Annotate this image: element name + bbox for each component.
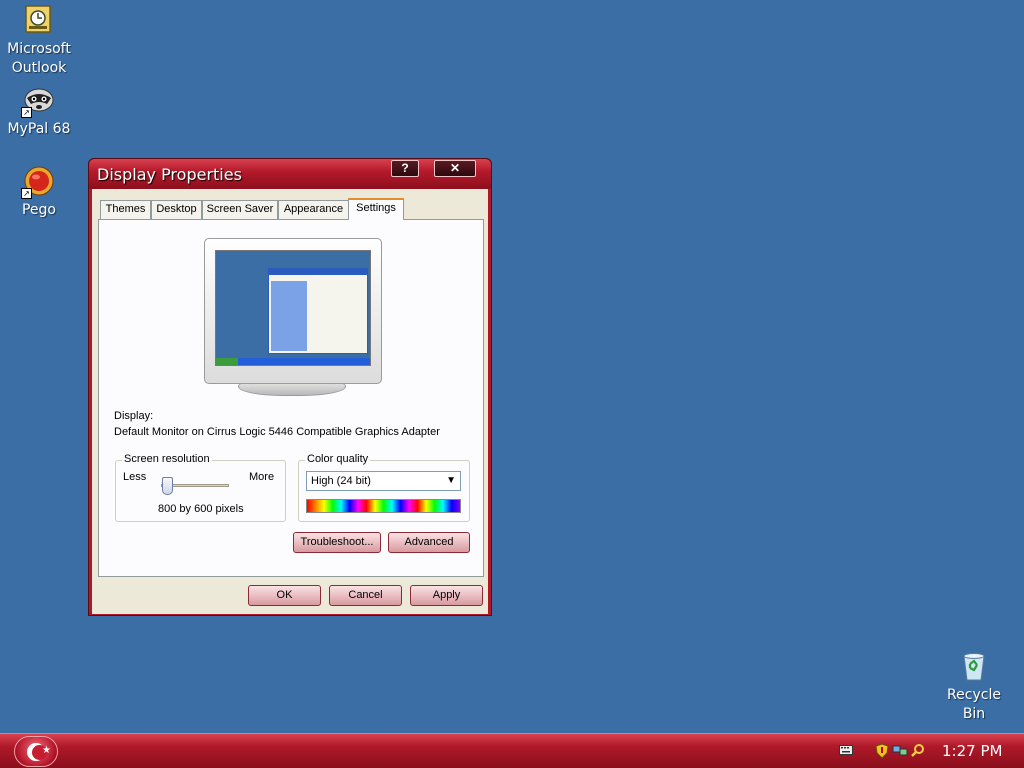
screen-resolution-legend: Screen resolution [122,453,212,465]
settings-panel: Display: Default Monitor on Cirrus Logic… [98,219,484,577]
taskbar: ★ 1:27 PM [0,733,1024,768]
slider-less-label: Less [123,471,147,483]
color-quality-legend: Color quality [305,453,371,465]
network-icon[interactable] [892,743,908,759]
desktop-icon-pego[interactable]: ↗ Pego [0,165,78,220]
slider-more-label: More [249,471,275,483]
tab-screen-saver[interactable]: Screen Saver [202,200,278,219]
display-properties-window: Display Properties ? ✕ Themes Desktop Sc… [88,158,492,616]
resolution-slider-thumb[interactable] [162,477,173,495]
desktop-icon-recycle-bin[interactable]: Recycle Bin [935,650,1013,724]
apply-button[interactable]: Apply [410,585,483,606]
troubleshoot-button[interactable]: Troubleshoot... [293,532,381,553]
pego-icon: ↗ [21,165,55,199]
title-bar[interactable]: Display Properties ? ✕ [89,159,491,189]
mypal-icon: ↗ [21,84,55,118]
desktop-icon-label: Bin [962,706,986,722]
shortcut-arrow-icon: ↗ [21,107,32,118]
ok-button[interactable]: OK [248,585,321,606]
search-icon[interactable] [910,743,926,759]
cancel-button[interactable]: Cancel [329,585,402,606]
color-quality-group: Color quality High (24 bit) ▼ [298,453,470,522]
preview-window [268,268,368,354]
shortcut-arrow-icon: ↗ [21,188,32,199]
chevron-down-icon[interactable]: ▼ [446,475,456,486]
star-icon: ★ [42,745,51,756]
color-quality-value: High (24 bit) [311,475,371,487]
close-button[interactable]: ✕ [434,160,476,177]
display-label: Display: [114,410,154,422]
recycle-bin-icon [958,650,990,682]
help-button[interactable]: ? [391,160,419,177]
color-spectrum-preview [306,499,461,513]
desktop-icon-label: Microsoft [7,41,71,57]
taskbar-clock[interactable]: 1:27 PM [942,742,1002,760]
monitor-bezel [204,238,382,384]
monitor-preview [204,238,382,396]
resolution-value: 800 by 600 pixels [158,503,244,515]
tab-desktop[interactable]: Desktop [151,200,202,219]
desktop-icon-mypal[interactable]: ↗ MyPal 68 [0,84,78,139]
display-adapter-text: Default Monitor on Cirrus Logic 5446 Com… [114,426,440,438]
desktop-icon-outlook[interactable]: Microsoft Outlook [0,4,78,78]
start-button[interactable]: ★ [14,736,58,767]
desktop-icon-label: Recycle [947,687,1001,703]
advanced-button[interactable]: Advanced [388,532,470,553]
tab-settings[interactable]: Settings [348,198,404,220]
desktop-icon-label: Pego [21,202,56,218]
preview-taskbar [216,358,370,365]
outlook-icon [23,4,55,36]
security-shield-icon[interactable] [874,743,890,759]
tab-themes[interactable]: Themes [100,200,151,219]
desktop-icon-label: Outlook [11,60,67,76]
monitor-screen-preview [215,250,371,366]
screen-resolution-group: Screen resolution Less More 800 by 600 p… [115,453,286,522]
tab-appearance[interactable]: Appearance [278,200,349,219]
desktop-icon-label: MyPal 68 [7,121,71,137]
window-client-area: Themes Desktop Screen Saver Appearance S… [92,189,488,614]
window-title: Display Properties [97,165,242,184]
keyboard-icon[interactable] [838,743,854,759]
color-quality-select[interactable]: High (24 bit) ▼ [306,471,461,491]
